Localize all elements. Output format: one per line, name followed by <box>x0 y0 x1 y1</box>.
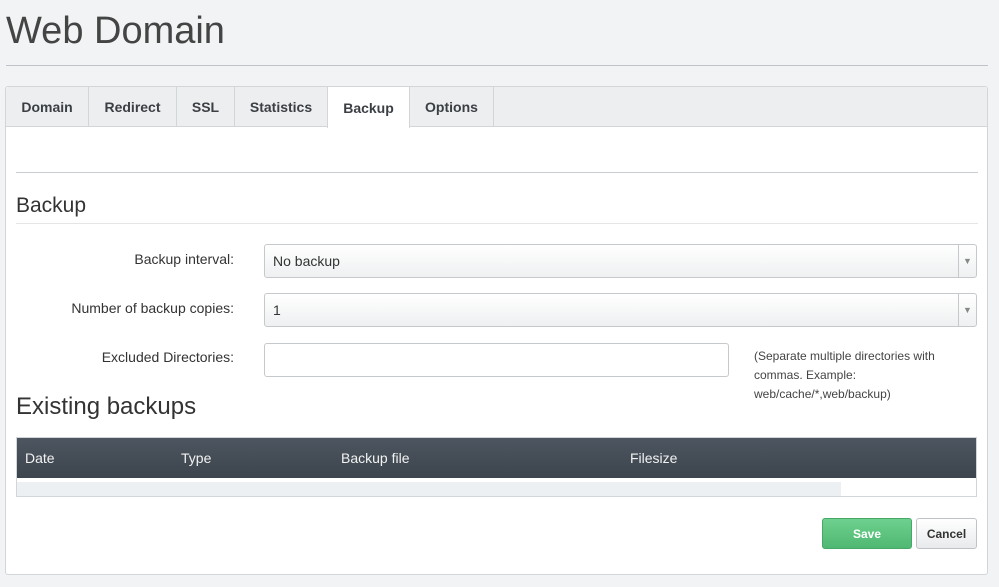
tab-options[interactable]: Options <box>410 87 494 127</box>
save-button[interactable]: Save <box>822 518 912 549</box>
column-header-type[interactable]: Type <box>181 450 211 466</box>
form-top-divider <box>16 172 978 173</box>
backup-copies-label: Number of backup copies: <box>71 300 234 316</box>
horizontal-scrollbar[interactable] <box>17 480 976 496</box>
title-divider <box>6 65 988 66</box>
backup-copies-select[interactable]: 1 ▼ <box>264 293 977 327</box>
table-header: Date Type Backup file Filesize <box>17 438 976 478</box>
existing-backups-title: Existing backups <box>16 393 197 420</box>
column-header-date[interactable]: Date <box>25 450 55 466</box>
scrollbar-thumb[interactable] <box>17 482 841 496</box>
tab-domain[interactable]: Domain <box>6 87 89 127</box>
existing-backups-table: Date Type Backup file Filesize <box>16 437 977 497</box>
tab-redirect[interactable]: Redirect <box>89 87 177 127</box>
backup-section-divider <box>16 223 978 224</box>
tab-bar: Domain Redirect SSL Statistics Backup Op… <box>6 87 987 128</box>
page-title: Web Domain <box>6 10 225 52</box>
column-header-filesize[interactable]: Filesize <box>630 450 677 466</box>
backup-interval-label: Backup interval: <box>134 251 234 267</box>
dropdown-arrow-icon: ▼ <box>958 245 976 277</box>
tab-backup[interactable]: Backup <box>327 87 410 128</box>
backup-interval-value: No backup <box>273 253 340 269</box>
cancel-button[interactable]: Cancel <box>916 518 977 549</box>
tab-statistics[interactable]: Statistics <box>235 87 328 127</box>
web-domain-panel: Domain Redirect SSL Statistics Backup Op… <box>5 86 988 575</box>
excluded-directories-label: Excluded Directories: <box>101 349 234 365</box>
backup-section-title: Backup <box>16 194 87 217</box>
excluded-directories-input[interactable] <box>264 343 729 377</box>
backup-copies-value: 1 <box>273 302 281 318</box>
excluded-directories-hint: (Separate multiple directories with comm… <box>754 349 935 401</box>
dropdown-arrow-icon: ▼ <box>958 294 976 326</box>
tab-ssl[interactable]: SSL <box>177 87 235 127</box>
backup-interval-select[interactable]: No backup ▼ <box>264 244 977 278</box>
column-header-backup-file[interactable]: Backup file <box>341 450 409 466</box>
